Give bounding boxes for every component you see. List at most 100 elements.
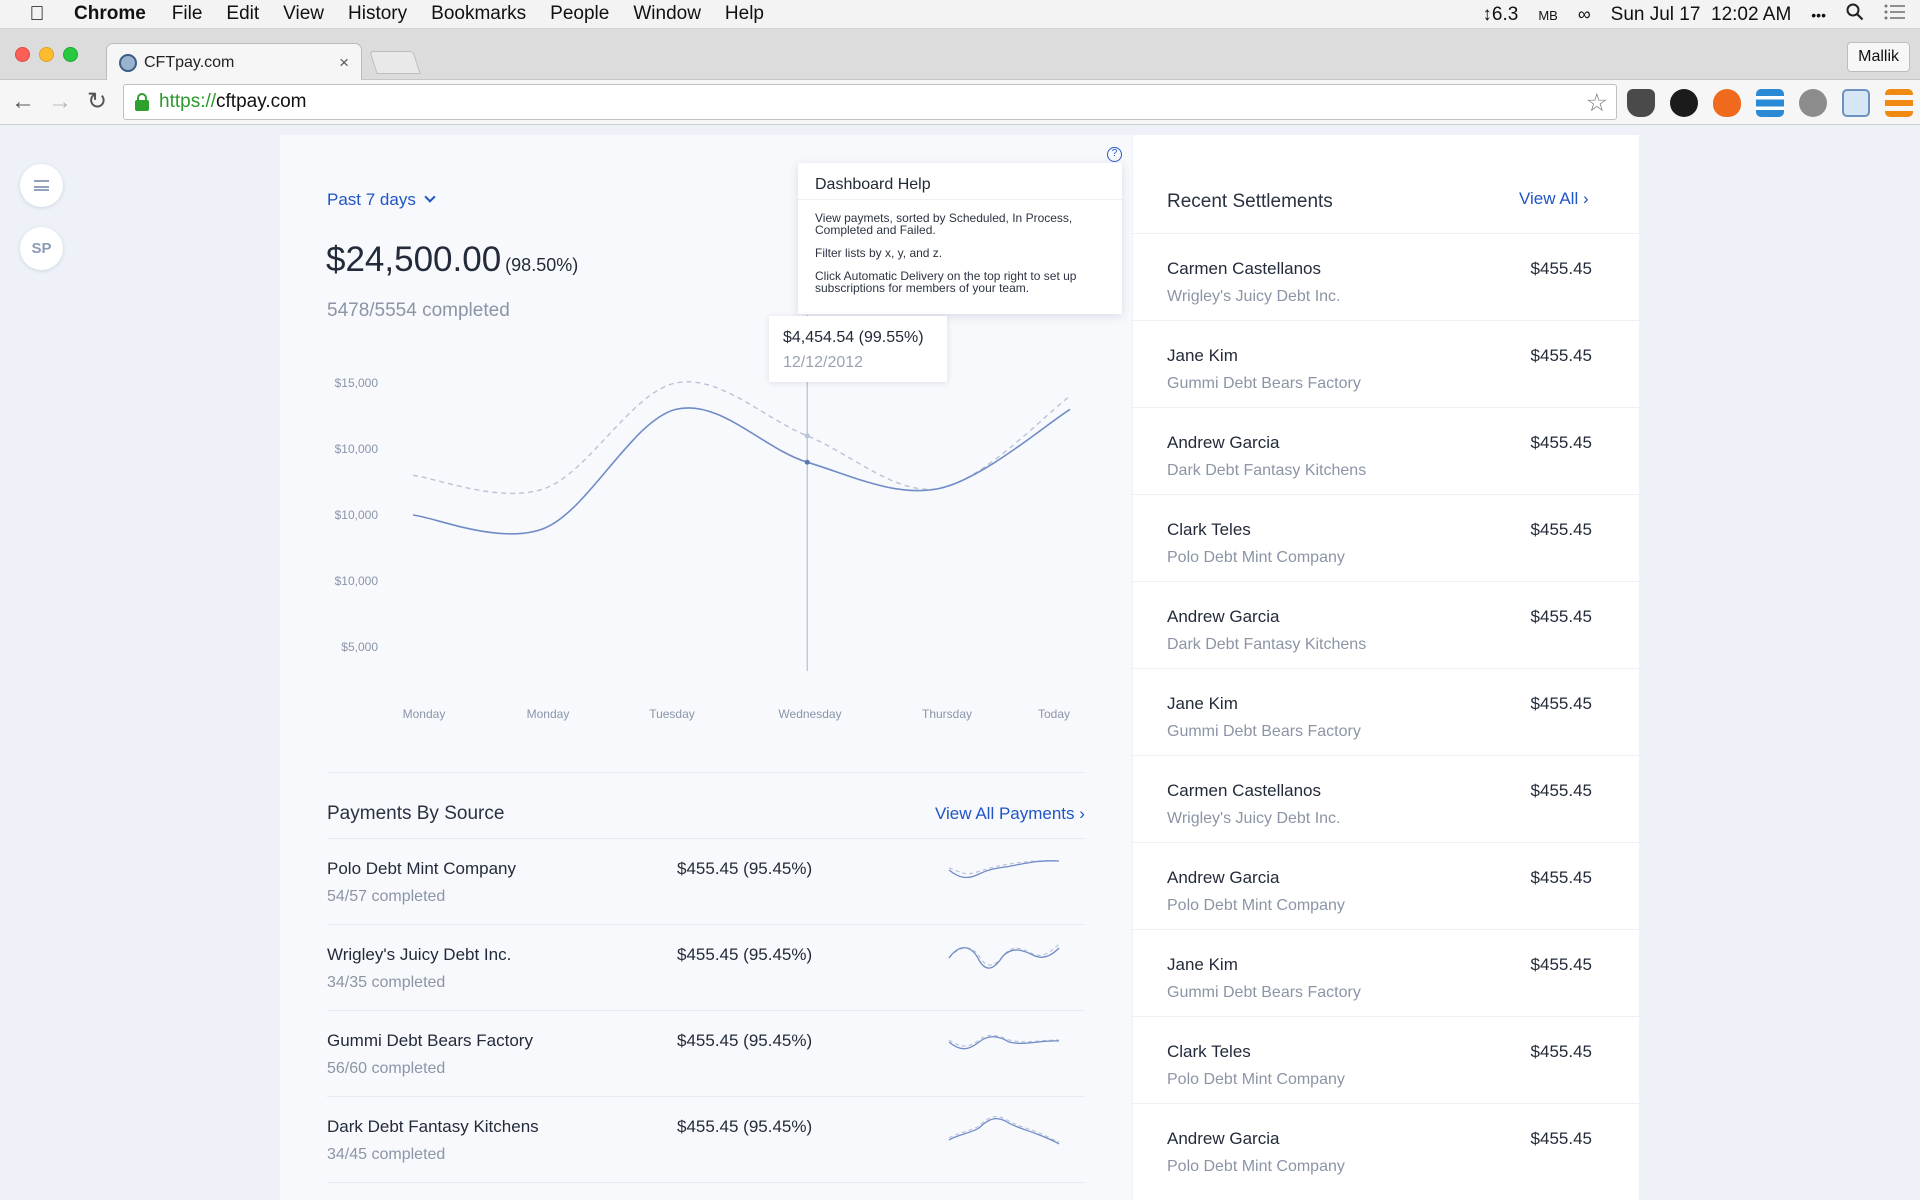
forward-button[interactable]: → (44, 86, 76, 118)
waves-extension-icon[interactable] (1756, 89, 1784, 117)
menu-history[interactable]: History (348, 3, 407, 25)
source-completed: 56/60 completed (327, 1060, 446, 1077)
apple-icon[interactable]:  (0, 3, 74, 26)
tab-title: CFTpay.com (144, 53, 235, 71)
profile-button[interactable]: Mallik (1847, 42, 1910, 72)
settlement-amount: $455.45 (1530, 433, 1592, 452)
creative-cloud-icon[interactable]: ∞ (1578, 4, 1591, 25)
settlement-row[interactable]: Andrew Garcia Polo Debt Mint Company $455.… (1133, 1103, 1639, 1190)
settlement-amount: $455.45 (1530, 1042, 1592, 1061)
settlement-row[interactable]: Jane Kim Gummi Debt Bears Factory $455.45 (1133, 320, 1639, 407)
settlement-company: Wrigley's Juicy Debt Inc. (1167, 288, 1341, 305)
recent-settlements-card: Recent Settlements View All › Carmen Cas… (1133, 135, 1639, 1200)
x-tick-label: Tuesday (649, 707, 695, 721)
pocket-extension-icon[interactable] (1627, 89, 1655, 117)
settlement-name: Jane Kim (1167, 955, 1238, 974)
notification-center-icon[interactable] (1884, 4, 1906, 26)
settlement-company: Dark Debt Fantasy Kitchens (1167, 636, 1367, 653)
window-close-button[interactable] (15, 47, 30, 62)
window-controls (15, 47, 87, 62)
settlement-amount: $455.45 (1530, 1129, 1592, 1148)
source-row[interactable]: Wrigley's Juicy Debt Inc. 34/35 complete… (327, 924, 1085, 1010)
extension-icons (1627, 89, 1920, 117)
film-reel-extension-icon[interactable] (1799, 89, 1827, 117)
browser-tab-strip: CFTpay.com × Mallik (0, 29, 1920, 81)
source-row[interactable]: Dark Debt Fantasy Kitchens 34/45 complet… (327, 1096, 1085, 1182)
settlement-name: Carmen Castellanos (1167, 259, 1322, 278)
source-amount: $455.45 (95.45%) (677, 945, 813, 964)
y-tick-label: $5,000 (341, 640, 378, 654)
more-icon[interactable]: ••• (1811, 7, 1826, 23)
chrome-menu-icon[interactable] (1885, 89, 1913, 117)
settlement-row[interactable]: Andrew Garcia Dark Debt Fantasy Kitchens $… (1133, 407, 1639, 494)
source-amount: $455.45 (95.45%) (677, 859, 813, 878)
window-zoom-button[interactable] (63, 47, 78, 62)
menu-people[interactable]: People (550, 3, 609, 25)
user-avatar[interactable]: SP (20, 227, 63, 270)
settlement-company: Wrigley's Juicy Debt Inc. (1167, 810, 1341, 827)
bookmark-star-icon[interactable]: ☆ (1586, 88, 1608, 118)
settlement-company: Polo Debt Mint Company (1167, 549, 1345, 566)
source-row[interactable]: Polo Debt Mint Company 54/57 completed $… (327, 838, 1085, 924)
settlement-company: Dark Debt Fantasy Kitchens (1167, 462, 1367, 479)
settlement-row[interactable]: Clark Teles Polo Debt Mint Company $455.45 (1133, 1016, 1639, 1103)
settlement-row[interactable]: Jane Kim Gummi Debt Bears Factory $455.45 (1133, 929, 1639, 1016)
page-content: SP Past 7 days $24,500.00 (98.50%) 5478/5… (0, 126, 1920, 1200)
macos-menu-bar:  Chrome File Edit View History Bookmark… (0, 0, 1920, 29)
settlement-amount: $455.45 (1530, 346, 1592, 365)
settlement-row[interactable]: Andrew Garcia Polo Debt Mint Company $455.… (1133, 842, 1639, 929)
help-title: Dashboard Help (798, 163, 1122, 200)
menu-help[interactable]: Help (725, 3, 764, 25)
site-favicon-icon (119, 53, 137, 72)
window-minimize-button[interactable] (39, 47, 54, 62)
view-all-payments-link[interactable]: View All Payments › (935, 804, 1085, 824)
url-host: cftpay.com (216, 91, 307, 112)
address-bar[interactable]: https:// cftpay.com ☆ (123, 84, 1617, 120)
menu-edit[interactable]: Edit (226, 3, 259, 25)
source-sparkline (948, 1116, 1060, 1145)
settlement-amount: $455.45 (1530, 868, 1592, 887)
settlement-row[interactable]: Jane Kim Gummi Debt Bears Factory $455.45 (1133, 668, 1639, 755)
settlement-row[interactable]: Clark Teles Polo Debt Mint Company $455.45 (1133, 494, 1639, 581)
settlement-row[interactable]: Carmen Castellanos Wrigley's Juicy Debt I… (1133, 755, 1639, 842)
browser-toolbar: ← → ↻ https:// cftpay.com ☆ (0, 80, 1920, 125)
x-tick-label: Monday (403, 707, 446, 721)
fire-extension-icon[interactable] (1713, 89, 1741, 117)
settlement-name: Clark Teles (1167, 1042, 1251, 1061)
source-sparkline (948, 860, 1060, 879)
menu-file[interactable]: File (172, 3, 203, 25)
menu-window[interactable]: Window (633, 3, 701, 25)
x-axis-ticks: Monday Monday Tuesday Wednesday Thursday Toda… (403, 707, 1070, 721)
help-line: Click Automatic Delivery on the top righ… (815, 269, 1077, 295)
settlement-name: Andrew Garcia (1167, 1129, 1280, 1148)
settlement-amount: $455.45 (1530, 781, 1592, 800)
y-tick-label: $10,000 (335, 574, 379, 588)
settlement-amount: $455.45 (1530, 955, 1592, 974)
memory-status[interactable]: ↕6.3 MB (1482, 4, 1557, 26)
browser-tab-cftpay[interactable]: CFTpay.com × (106, 43, 362, 81)
notepad-extension-icon[interactable] (1842, 89, 1870, 117)
source-row[interactable]: Gummi Debt Bears Factory 56/60 completed… (327, 1010, 1085, 1096)
view-all-settlements-link[interactable]: View All › (1519, 189, 1589, 209)
secure-lock-icon[interactable] (135, 93, 149, 111)
help-line: View paymets, sorted by Scheduled, In Pr… (815, 211, 1073, 237)
menu-view[interactable]: View (283, 3, 324, 25)
memory-unit: MB (1538, 7, 1558, 23)
ninja-extension-icon[interactable] (1670, 89, 1698, 117)
settlement-row[interactable]: Andrew Garcia Dark Debt Fantasy Kitchens $… (1133, 581, 1639, 668)
spotlight-search-icon[interactable] (1846, 3, 1864, 27)
menubar-clock[interactable]: Sun Jul 17 12:02 AM (1611, 4, 1792, 26)
source-sparkline (948, 1034, 1060, 1050)
new-tab-button[interactable] (369, 51, 421, 74)
menu-app-name[interactable]: Chrome (74, 3, 146, 25)
menu-bookmarks[interactable]: Bookmarks (431, 3, 526, 25)
settlement-name: Andrew Garcia (1167, 607, 1280, 626)
row-divider (327, 1182, 1085, 1183)
sidebar-menu-button[interactable] (20, 164, 63, 207)
settlement-row[interactable]: Carmen Castellanos Wrigley's Juicy Debt I… (1133, 233, 1639, 320)
help-icon[interactable]: ? (1107, 147, 1122, 162)
reload-button[interactable]: ↻ (81, 86, 113, 118)
settlement-name: Andrew Garcia (1167, 433, 1280, 452)
tab-close-icon[interactable]: × (339, 53, 349, 73)
back-button[interactable]: ← (7, 86, 39, 118)
